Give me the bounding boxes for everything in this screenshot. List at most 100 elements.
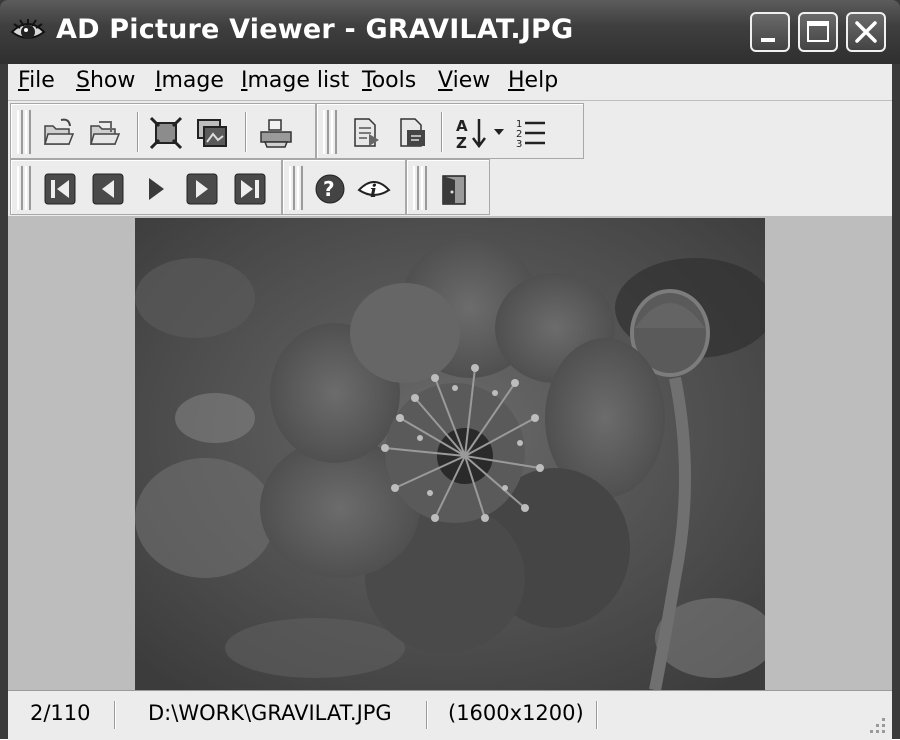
svg-text:Z: Z (456, 134, 467, 152)
toolbar-band-help: ? i (282, 159, 406, 215)
menu-image-list-rest: mage list (247, 68, 350, 93)
menu-tools-rest: ools (371, 68, 417, 93)
toolbar-separator (137, 112, 139, 152)
title-bar[interactable]: AD Picture Viewer - GRAVILAT.JPG (0, 0, 900, 64)
flower-photo[interactable] (135, 218, 765, 690)
minimize-icon (761, 38, 775, 42)
svg-text:3: 3 (516, 139, 522, 150)
fit-image-icon (149, 116, 183, 150)
play-icon (149, 178, 164, 200)
menu-file[interactable]: File (18, 68, 55, 93)
fit-image-button[interactable] (147, 114, 185, 152)
flower-image (135, 218, 765, 690)
status-image-dimensions: (1600x1200) (448, 701, 584, 725)
toolbar-band-navigation (10, 159, 282, 215)
next-image-button[interactable] (183, 170, 221, 208)
toolbar-grip[interactable] (25, 110, 31, 154)
svg-text:i: i (370, 181, 377, 202)
previous-image-icon (92, 173, 124, 205)
sort-az-button[interactable]: A Z (453, 114, 491, 152)
status-file-path: D:\WORK\GRAVILAT.JPG (148, 701, 392, 725)
menu-tools-accel: T (362, 68, 372, 93)
previous-image-button[interactable] (89, 170, 127, 208)
menu-file-rest: ile (29, 68, 55, 93)
numbered-list-button[interactable]: 1 2 3 (513, 114, 551, 152)
menu-image-list[interactable]: Image list (241, 68, 349, 93)
sort-az-icon: A Z (456, 117, 486, 152)
menu-file-accel: F (18, 68, 30, 93)
maximize-button[interactable] (798, 12, 838, 52)
toolbar-band-file (10, 103, 316, 159)
resize-grip-icon[interactable] (866, 714, 888, 736)
menu-tools[interactable]: Tools (362, 68, 416, 93)
menu-show-rest: how (89, 68, 136, 93)
first-image-icon (44, 173, 76, 205)
info-icon: i (357, 181, 391, 202)
copy-to-button[interactable] (347, 114, 385, 152)
next-image-icon (186, 173, 218, 205)
open-folder-icon (43, 118, 75, 145)
toolbar-grip[interactable] (323, 110, 329, 154)
menu-view[interactable]: View (438, 68, 490, 93)
window-title: AD Picture Viewer - GRAVILAT.JPG (56, 14, 574, 45)
help-button[interactable]: ? (311, 170, 349, 208)
print-icon (260, 119, 292, 148)
toolbar-grip[interactable] (421, 166, 427, 210)
svg-text:A: A (456, 117, 468, 135)
menu-view-accel: V (438, 68, 453, 93)
copy-to-icon (354, 118, 379, 147)
info-button[interactable]: i (355, 170, 393, 208)
toolbar-grip[interactable] (413, 166, 419, 210)
toolbar-band-exit (406, 159, 490, 215)
status-image-position: 2/110 (30, 701, 91, 725)
help-icon: ? (315, 174, 345, 204)
slideshow-button[interactable] (193, 114, 231, 152)
last-image-icon (234, 173, 266, 205)
status-separator (426, 701, 428, 729)
menu-help-accel: H (508, 68, 525, 93)
move-to-button[interactable] (393, 114, 431, 152)
toolbar-grip[interactable] (25, 166, 31, 210)
toolbar-separator (245, 112, 247, 152)
open-recent-icon (89, 121, 121, 145)
play-button[interactable] (137, 170, 175, 208)
status-separator (114, 701, 116, 729)
print-button[interactable] (257, 114, 295, 152)
minimize-button[interactable] (750, 12, 790, 52)
toolbar-grip[interactable] (297, 166, 303, 210)
toolbar-grip[interactable] (289, 166, 295, 210)
menu-bar: File Show Image Image list Tools View He… (8, 64, 892, 100)
numbered-list-icon: 1 2 3 (516, 119, 545, 150)
app-window: AD Picture Viewer - GRAVILAT.JPG File Sh… (0, 0, 900, 740)
last-image-button[interactable] (231, 170, 269, 208)
first-image-button[interactable] (41, 170, 79, 208)
toolbar-grip[interactable] (17, 110, 23, 154)
close-button[interactable] (846, 12, 886, 52)
menu-help[interactable]: Help (508, 68, 558, 93)
slideshow-icon (197, 119, 227, 147)
exit-icon (442, 175, 466, 205)
open-recent-button[interactable] (85, 114, 123, 152)
image-viewport[interactable] (8, 216, 892, 690)
maximize-icon (807, 21, 829, 42)
close-icon (855, 21, 877, 43)
status-bar: 2/110 D:\WORK\GRAVILAT.JPG (1600x1200) (8, 690, 892, 740)
svg-text:?: ? (323, 177, 335, 201)
menu-show-accel: S (76, 68, 90, 93)
menu-show[interactable]: Show (76, 68, 135, 93)
toolbar-grip[interactable] (17, 166, 23, 210)
sort-dropdown-button[interactable] (491, 114, 507, 152)
menu-view-rest: iew (452, 68, 491, 93)
toolbar-grip[interactable] (331, 110, 337, 154)
menu-image-rest: mage (161, 68, 224, 93)
status-separator (596, 701, 598, 729)
sort-dropdown-icon (494, 129, 504, 135)
toolbar-separator (441, 112, 443, 152)
menu-help-rest: elp (524, 68, 559, 93)
menu-image[interactable]: Image (155, 68, 224, 93)
exit-button[interactable] (435, 170, 473, 208)
toolbar-area: A Z 1 2 3 ? i (8, 100, 892, 217)
open-folder-button[interactable] (39, 114, 77, 152)
move-to-icon (400, 118, 425, 147)
toolbar-band-edit: A Z 1 2 3 (316, 103, 584, 159)
